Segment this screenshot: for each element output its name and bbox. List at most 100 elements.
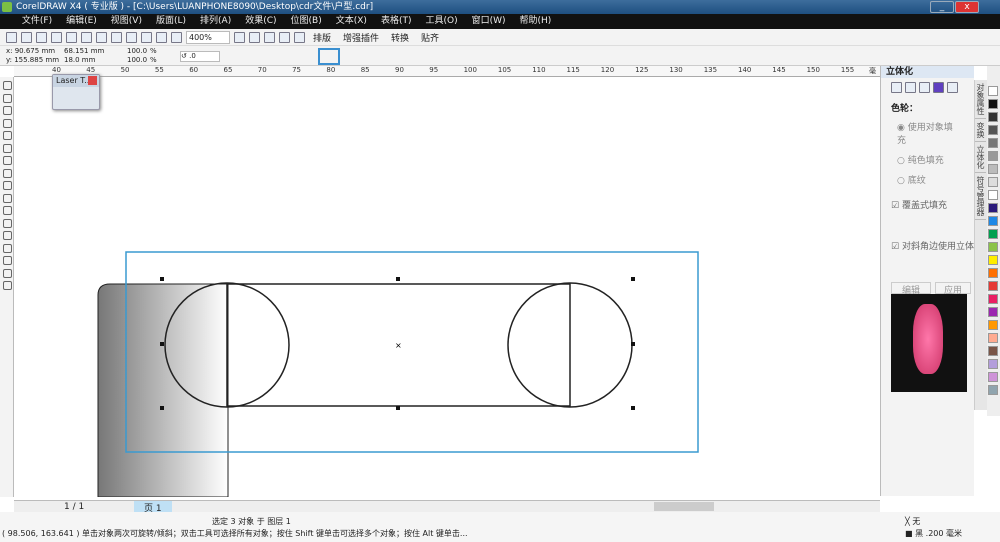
smart-fill-tool-icon[interactable] xyxy=(3,143,12,153)
side-tab-symbol-manager[interactable]: 符号管理器 xyxy=(975,173,986,220)
menu-bitmaps[interactable]: 位图(B) xyxy=(284,14,329,29)
side-tab-extrude[interactable]: 立体化 xyxy=(975,142,986,173)
width-field[interactable]: 68.151 mm xyxy=(64,47,104,56)
color-swatch[interactable] xyxy=(988,216,998,226)
color-swatch[interactable] xyxy=(988,151,998,161)
close-icon[interactable] xyxy=(88,76,97,85)
color-swatch[interactable] xyxy=(988,138,998,148)
save-icon[interactable] xyxy=(36,31,47,43)
eyedropper-tool-icon[interactable] xyxy=(3,243,12,253)
color-swatch[interactable] xyxy=(988,255,998,265)
zoom-all-icon[interactable] xyxy=(279,31,290,43)
interactive-blend-tool-icon[interactable] xyxy=(3,231,12,240)
extrude-rotation-icon[interactable] xyxy=(905,82,916,93)
minimize-button[interactable]: _ xyxy=(930,1,954,13)
color-swatch[interactable] xyxy=(988,294,998,304)
menu-table[interactable]: 表格(T) xyxy=(374,14,419,29)
redo-icon[interactable] xyxy=(126,31,137,43)
extrude-bevel-icon[interactable] xyxy=(947,82,958,93)
checkbox-bevel-fill[interactable]: ☑ 对斜角边使用立体填充 xyxy=(881,221,974,270)
import-icon[interactable] xyxy=(141,31,152,43)
menu-tools[interactable]: 工具(O) xyxy=(418,14,464,29)
polygon-tool-icon[interactable] xyxy=(3,181,12,190)
menu-edit[interactable]: 编辑(E) xyxy=(59,14,104,29)
shape-tool-icon[interactable] xyxy=(3,93,12,103)
undo-icon[interactable] xyxy=(111,31,122,43)
color-swatch[interactable] xyxy=(988,359,998,369)
app-launcher-icon[interactable] xyxy=(171,31,182,43)
new-icon[interactable] xyxy=(6,31,17,43)
scale-y-field[interactable]: 100.0 xyxy=(127,56,147,65)
copy-icon[interactable] xyxy=(81,31,92,43)
color-swatch[interactable] xyxy=(988,112,998,122)
side-tab-object-properties[interactable]: 对象属性 xyxy=(975,80,986,119)
interactive-fill-tool-icon[interactable] xyxy=(3,281,12,290)
rotation-field[interactable]: ↺ .0 xyxy=(180,51,220,62)
close-button[interactable]: x xyxy=(955,1,979,13)
drawing-canvas[interactable]: × xyxy=(14,77,880,498)
crop-tool-icon[interactable] xyxy=(3,106,12,115)
plugin-typeset[interactable]: 排版 xyxy=(309,31,335,44)
color-swatch[interactable] xyxy=(988,203,998,213)
edit-button[interactable]: 编辑 xyxy=(891,282,931,296)
zoom-in-icon[interactable] xyxy=(234,31,245,43)
menu-help[interactable]: 帮助(H) xyxy=(513,14,559,29)
menu-layout[interactable]: 版面(L) xyxy=(149,14,193,29)
side-tab-transform[interactable]: 变换 xyxy=(975,119,986,142)
color-swatch[interactable] xyxy=(988,229,998,239)
rectangle-tool-icon[interactable] xyxy=(3,156,12,165)
scale-x-field[interactable]: 100.0 xyxy=(127,47,147,56)
color-swatch[interactable] xyxy=(988,190,998,200)
menu-arrange[interactable]: 排列(A) xyxy=(193,14,238,29)
pick-tool-icon[interactable] xyxy=(3,81,12,90)
color-swatch[interactable] xyxy=(988,268,998,278)
color-swatch[interactable] xyxy=(988,307,998,317)
color-swatch[interactable] xyxy=(988,372,998,382)
radio-object-fill[interactable]: ◉ 使用对象填充 xyxy=(881,118,974,148)
menu-effects[interactable]: 效果(C) xyxy=(238,14,283,29)
color-swatch[interactable] xyxy=(988,320,998,330)
text-tool-icon[interactable] xyxy=(3,206,12,215)
apply-button[interactable]: 应用 xyxy=(935,282,971,296)
color-swatch[interactable] xyxy=(988,281,998,291)
color-swatch[interactable] xyxy=(988,385,998,395)
x-position-field[interactable]: x: 90.675 mm xyxy=(6,47,55,56)
color-swatch[interactable] xyxy=(988,164,998,174)
menu-text[interactable]: 文本(X) xyxy=(329,14,374,29)
zoom-selected-icon[interactable] xyxy=(264,31,275,43)
zoom-page-icon[interactable] xyxy=(294,31,305,43)
zoom-level-select[interactable]: 400% xyxy=(186,30,230,44)
color-swatch[interactable] xyxy=(988,99,998,109)
cut-icon[interactable] xyxy=(66,31,77,43)
export-icon[interactable] xyxy=(156,31,167,43)
menu-window[interactable]: 窗口(W) xyxy=(465,14,513,29)
gradient-shape[interactable] xyxy=(97,283,229,498)
checkbox-overlay-fill[interactable]: ☑ 覆盖式填充 xyxy=(881,188,974,221)
radio-texture[interactable]: ○ 底纹 xyxy=(881,171,974,188)
color-swatch[interactable] xyxy=(988,125,998,135)
zoom-tool-icon[interactable] xyxy=(3,118,12,128)
basic-shapes-tool-icon[interactable] xyxy=(3,193,12,203)
color-swatch[interactable] xyxy=(988,242,998,252)
menu-file[interactable]: 文件(F) xyxy=(15,14,59,29)
back-minus-front-button[interactable] xyxy=(318,48,340,65)
menu-view[interactable]: 视图(V) xyxy=(104,14,149,29)
color-swatch[interactable] xyxy=(988,333,998,343)
extrude-camera-icon[interactable] xyxy=(891,82,902,93)
paste-icon[interactable] xyxy=(96,31,107,43)
horizontal-scrollbar[interactable] xyxy=(654,502,714,511)
laser-tools-docker[interactable]: Laser T... xyxy=(52,74,100,110)
open-icon[interactable] xyxy=(21,31,32,43)
color-swatch[interactable] xyxy=(988,346,998,356)
freehand-tool-icon[interactable] xyxy=(3,131,12,140)
height-field[interactable]: 18.0 mm xyxy=(64,56,95,65)
table-tool-icon[interactable] xyxy=(3,218,12,228)
extrude-color-icon[interactable] xyxy=(933,82,944,93)
outline-tool-icon[interactable] xyxy=(3,256,12,265)
color-swatch[interactable] xyxy=(988,86,998,96)
plugin-snap[interactable]: 贴齐 xyxy=(417,31,443,44)
fill-tool-icon[interactable] xyxy=(3,268,12,278)
y-position-field[interactable]: y: 155.885 mm xyxy=(6,56,59,65)
extrude-light-icon[interactable] xyxy=(919,82,930,93)
print-icon[interactable] xyxy=(51,31,62,43)
